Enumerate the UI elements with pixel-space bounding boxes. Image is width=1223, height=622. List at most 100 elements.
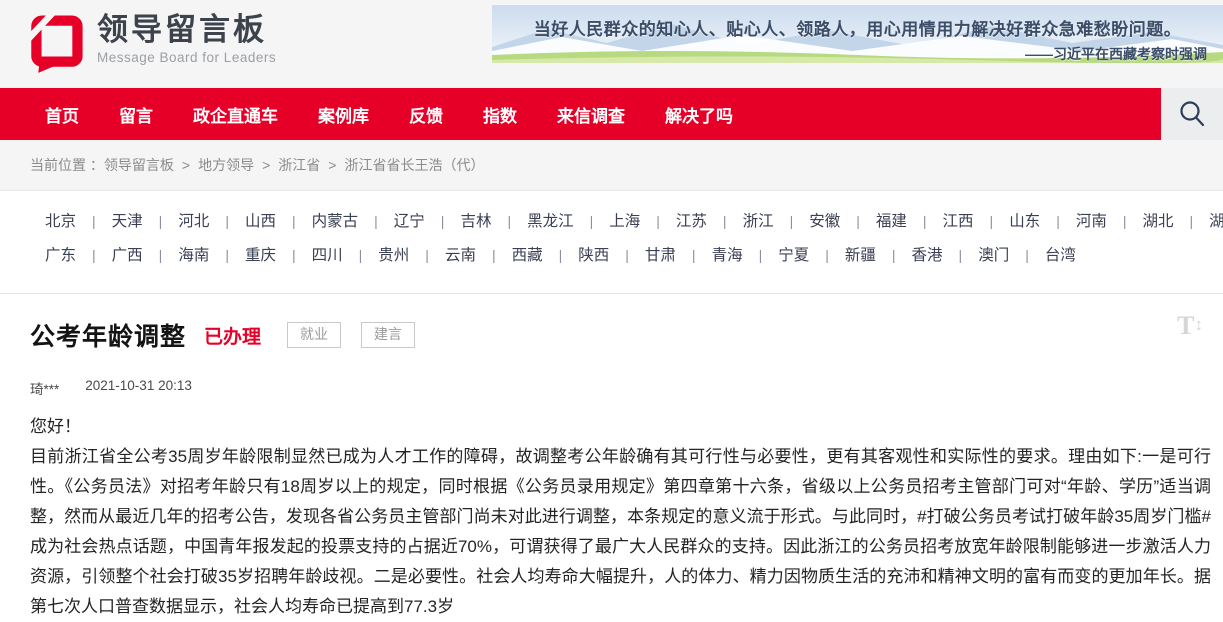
title-row: 公考年龄调整 已办理 就业建言 T ↕ [30, 317, 1211, 353]
post-title: 公考年龄调整 [30, 317, 186, 353]
region-link[interactable]: 浙江 [743, 213, 774, 230]
region-link[interactable]: 青海 [712, 247, 743, 264]
search-button[interactable] [1161, 88, 1223, 140]
nav-item[interactable]: 政企直通车 [193, 102, 278, 127]
region-link[interactable]: 江西 [943, 213, 974, 230]
region-link[interactable]: 西藏 [512, 247, 543, 264]
breadcrumb-item[interactable]: 浙江省省长王浩（代） [344, 157, 484, 173]
separator: | [425, 247, 429, 263]
region-link[interactable]: 广西 [112, 247, 143, 264]
separator: | [856, 213, 860, 229]
region-link[interactable]: 河南 [1076, 213, 1107, 230]
separator: | [990, 213, 994, 229]
nav-item[interactable]: 首页 [45, 102, 79, 127]
nav-list: 首页 留言 政企直通车 案例库 反馈 指数 来信调查 解决了吗 [0, 102, 733, 127]
region-link[interactable]: 江苏 [676, 213, 707, 230]
region-link[interactable]: 甘肃 [645, 247, 676, 264]
region-link[interactable]: 上海 [609, 213, 640, 230]
separator: | [1190, 213, 1194, 229]
nav-item[interactable]: 解决了吗 [665, 102, 733, 127]
separator: | [359, 247, 363, 263]
status-badge: 已办理 [204, 322, 261, 349]
tag-list: 就业建言 [287, 322, 415, 348]
font-size-icon[interactable]: T ↕ [1177, 313, 1203, 339]
separator: | [159, 213, 163, 229]
post-meta: 琦*** 2021-10-31 20:13 [30, 378, 1211, 398]
nav-item[interactable]: 留言 [119, 102, 153, 127]
nav-item[interactable]: 反馈 [409, 102, 443, 127]
region-link[interactable]: 云南 [445, 247, 476, 264]
banner-quote: 当好人民群众的知心人、贴心人、领路人，用心用情用力解决好群众急难愁盼问题。 [492, 15, 1223, 40]
region-link[interactable]: 黑龙江 [527, 213, 574, 230]
tag-badge: 建言 [361, 322, 415, 348]
region-link[interactable]: 澳门 [978, 247, 1009, 264]
region-link[interactable]: 山东 [1009, 213, 1040, 230]
region-link[interactable]: 香港 [912, 247, 943, 264]
separator: | [692, 247, 696, 263]
region-link[interactable]: 辽宁 [394, 213, 425, 230]
separator: | [825, 247, 829, 263]
region-link[interactable]: 广东 [45, 247, 76, 264]
region-link[interactable]: 贵州 [378, 247, 409, 264]
region-link[interactable]: 北京 [45, 213, 76, 230]
separator: > [328, 157, 336, 173]
region-link[interactable]: 台湾 [1045, 247, 1076, 264]
region-link[interactable]: 宁夏 [778, 247, 809, 264]
breadcrumb: 当前位置 ： 领导留言板>地方领导>浙江省>浙江省省长王浩（代） [0, 140, 1223, 191]
region-link[interactable]: 吉林 [460, 213, 491, 230]
separator: | [225, 213, 229, 229]
post-time: 2021-10-31 20:13 [85, 378, 192, 398]
region-link[interactable]: 四川 [312, 247, 343, 264]
region-link[interactable]: 河北 [178, 213, 209, 230]
region-link[interactable]: 陕西 [578, 247, 609, 264]
region-link[interactable]: 湖南 [1209, 213, 1223, 230]
separator: | [92, 213, 96, 229]
font-size-glyph: T [1177, 313, 1194, 339]
post-greeting: 您好！ [30, 412, 1211, 442]
separator: | [892, 247, 896, 263]
nav-item[interactable]: 指数 [483, 102, 517, 127]
site-header: 领导留言板 Message Board for Leaders 当好人民群众的知… [0, 0, 1223, 88]
search-icon [1177, 99, 1207, 129]
separator: | [759, 247, 763, 263]
region-link[interactable]: 山西 [245, 213, 276, 230]
separator: | [656, 213, 660, 229]
logo-subtitle: Message Board for Leaders [97, 50, 276, 65]
banner-attribution: ——习近平在西藏考察时强调 [492, 44, 1223, 63]
nav-item[interactable]: 来信调查 [557, 102, 625, 127]
separator: | [159, 247, 163, 263]
breadcrumb-item[interactable]: 地方领导 [198, 157, 254, 173]
site-logo[interactable]: 领导留言板 Message Board for Leaders [28, 13, 276, 73]
separator: | [292, 213, 296, 229]
separator: | [225, 247, 229, 263]
separator: | [507, 213, 511, 229]
post-body: 您好！ 目前浙江省全公考35周岁年龄限制显然已成为人才工作的障碍，故调整考公年龄… [30, 412, 1211, 622]
separator: | [1123, 213, 1127, 229]
message-detail: 公考年龄调整 已办理 就业建言 T ↕ 琦*** 2021-10-31 20:1… [0, 294, 1223, 622]
region-link[interactable]: 海南 [178, 247, 209, 264]
region-link[interactable]: 湖北 [1143, 213, 1174, 230]
post-text: 目前浙江省全公考35周岁年龄限制显然已成为人才工作的障碍，故调整考公年龄确有其可… [30, 442, 1211, 622]
region-link[interactable]: 内蒙古 [312, 213, 359, 230]
breadcrumb-item[interactable]: 浙江省 [278, 157, 320, 173]
nav-item[interactable]: 案例库 [318, 102, 369, 127]
region-row-1: 北京 | 天津 | 河北 | 山西 | 内蒙古 | 辽宁 | 吉林 | 黑龙江 | 上海 | 江苏 | 浙江 | 安徽 | 福建… [45, 211, 1223, 232]
separator: | [723, 213, 727, 229]
breadcrumb-prefix: 当前位置 ： [30, 155, 104, 175]
region-row-2: 广东|广西|海南|重庆|四川|贵州|云南|西藏|陕西|甘肃|青海|宁夏|新疆|香… [45, 245, 1223, 266]
separator: | [790, 213, 794, 229]
region-nav: 北京 | 天津 | 河北 | 山西 | 内蒙古 | 辽宁 | 吉林 | 黑龙江 | 上海 | 江苏 | 浙江 | 安徽 | 福建… [0, 191, 1223, 294]
separator: | [923, 213, 927, 229]
region-link[interactable]: 天津 [112, 213, 143, 230]
separator: | [959, 247, 963, 263]
separator: | [559, 247, 563, 263]
logo-icon [28, 13, 84, 73]
breadcrumb-item[interactable]: 领导留言板 [104, 157, 174, 173]
separator: | [492, 247, 496, 263]
region-link[interactable]: 福建 [876, 213, 907, 230]
separator: | [1056, 213, 1060, 229]
region-link[interactable]: 重庆 [245, 247, 276, 264]
separator: | [374, 213, 378, 229]
region-link[interactable]: 安徽 [809, 213, 840, 230]
region-link[interactable]: 新疆 [845, 247, 876, 264]
